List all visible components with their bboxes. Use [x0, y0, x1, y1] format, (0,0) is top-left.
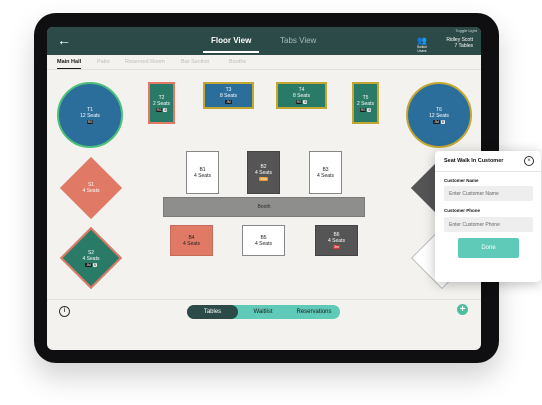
table-seats: 4 Seats: [255, 240, 272, 247]
customer-phone-label: Customer Phone: [444, 208, 481, 213]
table-t4[interactable]: T4 8 Seats RS 5: [276, 82, 327, 109]
table-seats: 4 Seats: [255, 170, 272, 176]
guest-count-badge: 5: [367, 107, 372, 112]
booth-bench[interactable]: Booth: [163, 197, 365, 217]
table-t1[interactable]: T1 12 Seats RS: [57, 82, 123, 148]
tab-floor-view[interactable]: Floor View: [202, 36, 260, 53]
user-tables-count: 7 Tables: [454, 43, 473, 49]
info-icon[interactable]: i: [59, 306, 70, 317]
table-b3[interactable]: B3 4 Seats: [309, 151, 342, 194]
table-b2[interactable]: B2 4 Seats 15m: [247, 151, 280, 194]
customer-name-input[interactable]: [444, 186, 533, 201]
table-t2[interactable]: T2 2 Seats RS 5: [148, 82, 175, 124]
close-icon[interactable]: ×: [524, 156, 534, 166]
switch-users-label: Switch Users: [416, 45, 428, 53]
table-t6[interactable]: T6 12 Seats JM 5: [406, 82, 472, 148]
arrow-left-icon[interactable]: ←: [57, 33, 71, 47]
table-b6[interactable]: B6 4 Seats 3m: [315, 225, 358, 256]
table-seats: 8 Seats: [293, 93, 310, 99]
server-badge: JM: [225, 100, 232, 104]
section-tab-bar-section[interactable]: Bar Section: [181, 59, 209, 65]
table-b1[interactable]: B1 4 Seats: [186, 151, 219, 194]
toggle-light-link[interactable]: Toggle Light: [455, 28, 477, 33]
guest-count-badge: 5: [92, 262, 97, 267]
users-icon: 👥: [417, 36, 427, 45]
table-seats: 4 Seats: [82, 255, 100, 262]
plus-icon[interactable]: +: [457, 304, 468, 315]
seat-walk-in-dialog: Seat Walk In Customer × Customer Name Cu…: [435, 151, 541, 282]
table-seats: 4 Seats: [183, 240, 200, 247]
table-seats: 8 Seats: [220, 93, 237, 99]
tab-tabs-view[interactable]: Tabs View: [280, 36, 316, 45]
customer-phone-input[interactable]: [444, 217, 533, 232]
table-seats: 4 Seats: [328, 238, 345, 244]
table-b4[interactable]: B4 4 Seats: [170, 225, 213, 256]
table-t5[interactable]: T5 2 Seats RS 5: [352, 82, 379, 124]
dialog-title: Seat Walk In Customer: [444, 158, 504, 164]
section-tab-main-hall[interactable]: Main Hall: [57, 59, 82, 69]
guest-count-badge: 5: [440, 119, 445, 124]
top-bar: ← Floor View Tabs View Toggle Light 👥 Sw…: [47, 27, 481, 55]
timer-badge: 15m: [259, 177, 268, 181]
bottom-bar: i Tables Waitlist Reservations +: [47, 299, 481, 329]
table-seats: 4 Seats: [194, 172, 211, 179]
server-badge: RS: [295, 100, 303, 104]
table-s1-label: S1 4 Seats: [69, 166, 113, 210]
server-badge: RS: [155, 107, 163, 112]
customer-name-label: Customer Name: [444, 178, 479, 183]
timer-badge: 3m: [333, 245, 340, 249]
section-tab-reserved-room[interactable]: Reserved Room: [125, 59, 165, 65]
current-user: Ridley Scott 7 Tables: [446, 37, 473, 49]
guest-count-badge: 5: [163, 107, 168, 112]
done-button[interactable]: Done: [458, 238, 519, 258]
view-segmented-control: Tables Waitlist Reservations: [187, 305, 340, 319]
table-seats: 2 Seats: [153, 100, 170, 107]
guest-count-badge: 5: [303, 100, 308, 104]
tab-reservations[interactable]: Reservations: [288, 305, 340, 319]
table-seats: 4 Seats: [317, 172, 334, 179]
switch-users-button[interactable]: 👥 Switch Users: [413, 36, 431, 54]
table-seats: 2 Seats: [357, 100, 374, 107]
section-tab-patio[interactable]: Patio: [97, 59, 110, 65]
section-tabs: Main Hall Patio Reserved Room Bar Sectio…: [47, 55, 481, 70]
table-seats: 4 Seats: [82, 188, 100, 194]
app-screen: ← Floor View Tabs View Toggle Light 👥 Sw…: [47, 27, 481, 350]
tab-tables[interactable]: Tables: [187, 305, 238, 319]
server-badge: JM: [85, 262, 92, 267]
server-badge: RS: [359, 107, 367, 112]
table-s2-label: S2 4 Seats JM 5: [69, 236, 113, 280]
server-badge: RS: [86, 119, 94, 124]
tab-waitlist[interactable]: Waitlist: [238, 305, 288, 319]
table-seats: 12 Seats: [429, 112, 449, 119]
section-tab-booths[interactable]: Booths: [229, 59, 246, 65]
table-t3[interactable]: T3 8 Seats JM: [203, 82, 254, 109]
table-b5[interactable]: B5 4 Seats: [242, 225, 285, 256]
server-badge: JM: [433, 119, 440, 124]
dialog-header: Seat Walk In Customer ×: [435, 151, 541, 172]
table-seats: 12 Seats: [80, 112, 100, 119]
